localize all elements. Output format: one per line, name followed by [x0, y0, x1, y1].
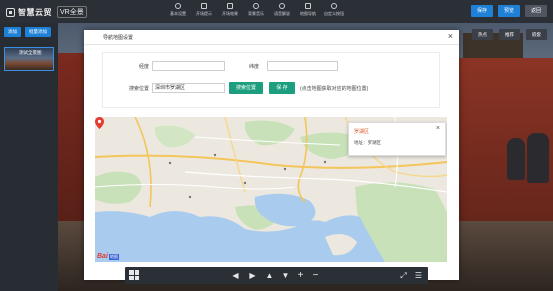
search-location-button[interactable]: 搜索位置 — [229, 82, 263, 94]
close-icon[interactable]: × — [436, 125, 440, 132]
tip-icon — [201, 3, 207, 9]
nav-basic-settings[interactable]: 基本设置 — [165, 2, 191, 22]
back-button[interactable]: 返回 — [524, 5, 547, 17]
view-control-bar: ◀ ▶ ▲ ▼ + − ⤢ ☰ — [125, 267, 428, 284]
map-icon — [305, 3, 311, 9]
custom-button-icon — [331, 3, 337, 9]
nav-label: 语音解说 — [274, 11, 290, 16]
recommend-button[interactable]: 推荐 — [499, 29, 520, 40]
fullscreen-icon[interactable]: ⤢ — [398, 270, 409, 281]
nav-label: 背景音乐 — [248, 11, 264, 16]
top-action-buttons: 保存 预览 返回 — [470, 5, 547, 17]
location-label: 搜索位置 — [129, 86, 150, 92]
popup-address: 地址：罗湖区 — [354, 140, 381, 145]
nav-label: 地图导航 — [300, 11, 316, 16]
latitude-label: 纬度 — [248, 64, 259, 70]
close-icon[interactable]: × — [448, 32, 453, 41]
top-bar: 智慧云贸 VR全景 基本设置 开场提示 开场效果 背景音乐 语音解说 地图导航 — [0, 0, 553, 23]
longitude-label: 经度 — [138, 64, 149, 70]
nest-button[interactable]: 嵌套 — [526, 29, 547, 40]
nav-voice-narration[interactable]: 语音解说 — [269, 2, 295, 22]
minus-icon[interactable]: − — [310, 270, 321, 281]
location-marker-icon[interactable] — [95, 117, 104, 129]
logo-icon — [6, 7, 15, 17]
grid-icon[interactable] — [129, 270, 139, 280]
scene-sidebar: 添加 批量添加 测试全景图 — [0, 23, 58, 291]
arrow-down-icon[interactable]: ▼ — [280, 270, 291, 281]
save-location-button[interactable]: 保 存 — [269, 82, 295, 94]
arrow-right-icon[interactable]: ▶ — [247, 270, 258, 281]
dialog-header: 导航地图设置 × — [84, 30, 459, 45]
arrow-left-icon[interactable]: ◀ — [230, 270, 241, 281]
effect-icon — [227, 3, 233, 9]
add-scene-button[interactable]: 添加 — [4, 27, 21, 37]
latitude-input[interactable] — [267, 61, 338, 71]
map-settings-dialog: 导航地图设置 × 经度 纬度 搜索位置 深圳市罗湖区 搜索位置 保 存 (点击地… — [84, 30, 459, 280]
popup-title: 罗湖区 — [354, 129, 370, 135]
nav-label: 开场效果 — [222, 11, 238, 16]
map-info-popup: 罗湖区 地址：罗湖区 × — [348, 122, 446, 156]
headphone-icon — [279, 3, 285, 9]
panorama-tool-buttons: 热点 推荐 嵌套 — [472, 29, 547, 40]
panorama-person — [507, 138, 525, 180]
location-form: 经度 纬度 搜索位置 深圳市罗湖区 搜索位置 保 存 (点击地图获取对应的地图位… — [102, 52, 440, 108]
nav-background-music[interactable]: 背景音乐 — [243, 2, 269, 22]
scene-thumbnail-label: 测试全景图 — [19, 50, 42, 55]
plus-icon[interactable]: + — [295, 270, 306, 281]
scene-thumbnail[interactable]: 测试全景图 — [4, 47, 54, 71]
nav-label: 开场提示 — [196, 11, 212, 16]
logo-badge: VR全景 — [57, 6, 87, 18]
settings-icon — [175, 3, 181, 9]
map-hint-text: (点击地图获取对应的地图位置) — [300, 86, 369, 92]
dialog-title: 导航地图设置 — [103, 35, 134, 41]
baidu-logo-sub: 地图 — [108, 253, 119, 260]
panorama-person — [527, 133, 549, 183]
baidu-logo-text: Bai — [97, 253, 108, 260]
logo-text: 智慧云贸 — [18, 7, 52, 17]
music-icon — [253, 3, 259, 9]
baidu-map-logo: Bai 地图 — [97, 253, 119, 260]
baidu-map[interactable]: 罗湖区 地址：罗湖区 × Bai 地图 — [95, 117, 447, 262]
longitude-input[interactable] — [152, 61, 225, 71]
nav-label: 自定义按钮 — [324, 11, 344, 16]
nav-map-navigation[interactable]: 地图导航 — [295, 2, 321, 22]
preview-button[interactable]: 预览 — [497, 5, 520, 17]
arrow-up-icon[interactable]: ▲ — [264, 270, 275, 281]
nav-opening-tip[interactable]: 开场提示 — [191, 2, 217, 22]
nav-opening-effect[interactable]: 开场效果 — [217, 2, 243, 22]
save-button[interactable]: 保存 — [470, 5, 493, 17]
top-nav: 基本设置 开场提示 开场效果 背景音乐 语音解说 地图导航 自定义按钮 — [165, 2, 347, 22]
nav-label: 基本设置 — [170, 11, 186, 16]
hotspot-button[interactable]: 热点 — [472, 29, 493, 40]
batch-add-button[interactable]: 批量添加 — [25, 27, 51, 37]
menu-icon[interactable]: ☰ — [413, 270, 424, 281]
app-logo: 智慧云贸 VR全景 — [6, 6, 87, 18]
location-input[interactable]: 深圳市罗湖区 — [152, 83, 225, 93]
nav-custom-button[interactable]: 自定义按钮 — [321, 2, 347, 22]
